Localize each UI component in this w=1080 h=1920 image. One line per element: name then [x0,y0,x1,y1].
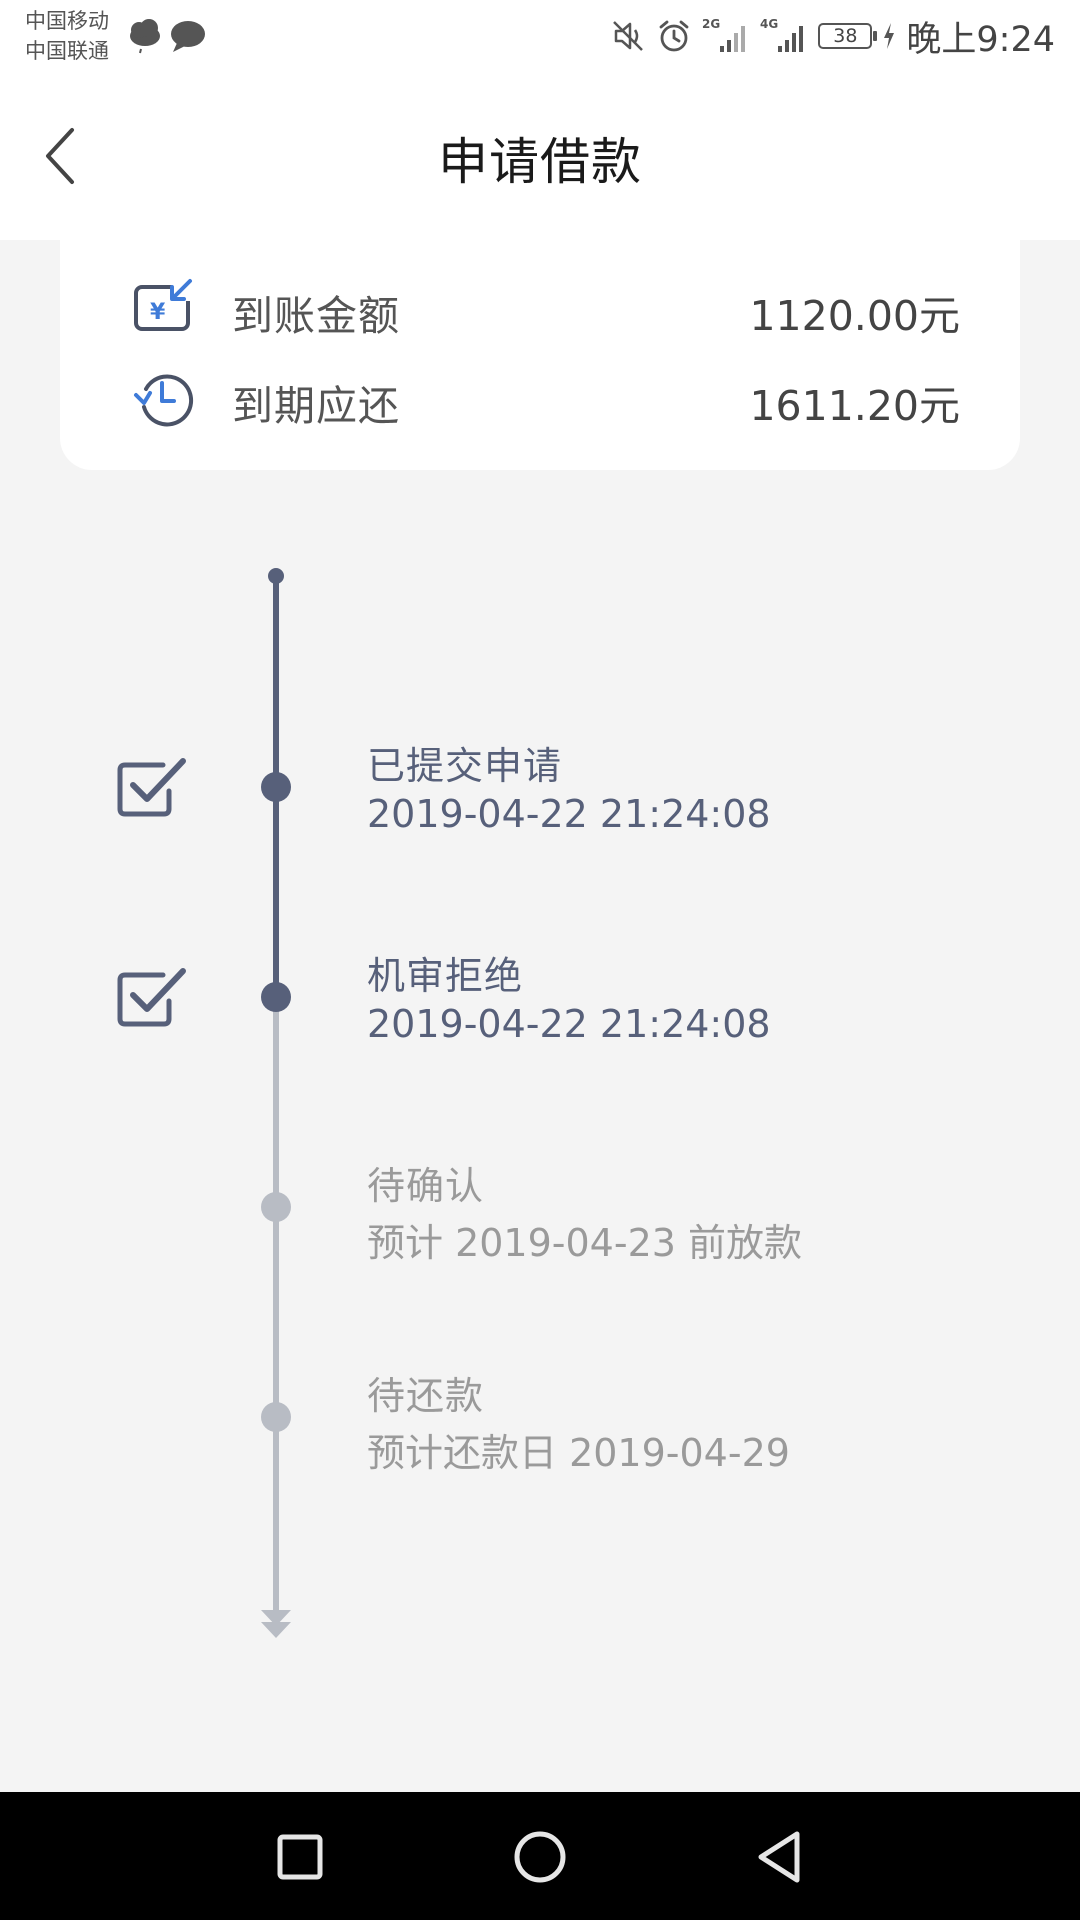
timeline-node-2 [261,982,291,1012]
message-icon [171,21,205,52]
network-4g-label: 4G [760,17,778,31]
checkbox-checked-icon [117,968,186,1027]
clock-return-icon [134,374,194,427]
timeline-node-1 [261,772,291,802]
battery-level: 38 [833,25,858,47]
carrier-1: 中国移动 [25,9,109,33]
page-title: 申请借款 [438,133,642,191]
due-amount-label: 到期应还 [232,382,400,430]
status-time: 晚上9:24 [906,19,1055,60]
step-title: 待还款 [367,1374,485,1418]
alarm-icon [659,20,689,52]
system-navigation-bar [0,1792,1080,1920]
nav-bar: 申请借款 [0,72,1080,240]
loan-summary-card: ¥ 到账金额 1120.00元 到期应还 1611.20元 [60,240,1020,470]
received-amount-label: 到账金额 [232,292,400,340]
received-amount-value: 1120.00元 [749,292,960,340]
svg-text:¥: ¥ [150,300,166,325]
due-amount-value: 1611.20元 [749,382,960,430]
timeline-start-dot [268,568,284,584]
step-detail: 预计还款日 2019-04-29 [367,1431,790,1475]
step-title: 机审拒绝 [367,954,524,998]
yen-transfer-icon: ¥ [134,279,192,331]
battery-icon: 38 [818,23,878,49]
step-title: 待确认 [367,1164,485,1208]
status-bar: 中国移动 中国联通 2G 4G 38 晚上9:24 [0,0,1080,72]
step-title: 已提交申请 [367,744,563,788]
signal-2g-icon: 2G [702,17,746,52]
checkbox-checked-icon [117,758,186,817]
timeline-track [261,568,291,1638]
carrier-info: 中国移动 中国联通 [25,6,135,66]
home-icon[interactable] [505,1822,575,1892]
step-detail: 2019-04-22 21:24:08 [367,792,771,836]
status-right: 2G 4G 38 晚上9:24 [610,12,1055,60]
network-2g-label: 2G [702,17,720,31]
timeline-node-3 [261,1192,291,1222]
summary-row-due-amount: 到期应还 1611.20元 [60,362,1020,432]
loan-progress-timeline: 已提交申请 2019-04-22 21:24:08 机审拒绝 2019-04-2… [0,560,1080,1660]
cloud-icon [130,19,160,54]
signal-4g-icon: 4G [760,17,804,52]
back-triangle-icon[interactable] [745,1822,815,1892]
step-detail: 2019-04-22 21:24:08 [367,1002,771,1046]
carrier-2: 中国联通 [25,39,109,63]
mute-icon [613,21,644,51]
recent-apps-icon[interactable] [265,1822,335,1892]
timeline-end-arrow-icon [261,1610,291,1638]
timeline-node-4 [261,1402,291,1432]
status-notification-icons [130,19,205,54]
summary-row-received-amount: ¥ 到账金额 1120.00元 [60,272,1020,342]
step-detail: 预计 2019-04-23 前放款 [367,1221,802,1265]
charging-icon [884,23,895,49]
